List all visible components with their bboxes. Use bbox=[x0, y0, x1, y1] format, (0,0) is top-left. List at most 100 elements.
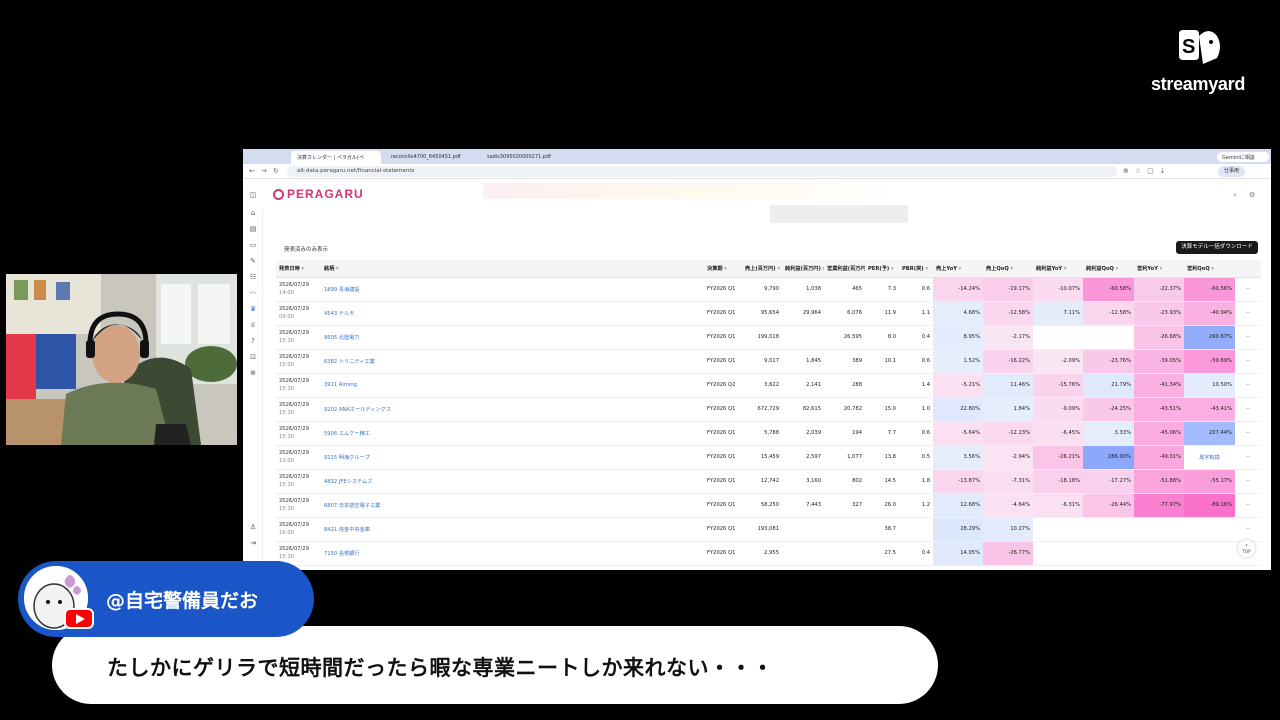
sort-icon[interactable]: ▾ bbox=[1062, 266, 1067, 272]
column-header[interactable]: 決算期 ▾ bbox=[704, 260, 742, 278]
back-icon[interactable]: ← bbox=[249, 167, 255, 175]
table-row[interactable]: 2026/07/29 15:30 7150 島根銀行 FY2026 Q1 2,955 27… bbox=[276, 541, 1261, 566]
cell-name[interactable]: 1899 青海建設 bbox=[321, 277, 704, 302]
cell-name[interactable]: 7150 島根銀行 bbox=[321, 541, 704, 566]
column-header[interactable]: 純利益QoQ ▾ bbox=[1083, 260, 1134, 278]
row-menu-icon[interactable]: ··· bbox=[1235, 421, 1261, 446]
user-icon[interactable]: ♙ bbox=[249, 523, 257, 531]
table-row[interactable]: 2026/07/29 16:00 8421 信金中央金庫 FY2026 Q1 193,0… bbox=[276, 517, 1261, 542]
cell-s-qoq: -12.23% bbox=[983, 421, 1033, 446]
table-row[interactable]: 2026/07/29 15:30 4832 JFEシステムズ FY2026 Q1 12,… bbox=[276, 469, 1261, 494]
menu-icon[interactable]: ◫ bbox=[249, 191, 257, 199]
home-icon[interactable]: ⌂ bbox=[249, 209, 257, 217]
row-menu-icon[interactable]: ··· bbox=[1235, 349, 1261, 374]
row-menu-icon[interactable]: ··· bbox=[1235, 517, 1261, 542]
cell-name[interactable]: 9202 ANAホールディングス bbox=[321, 397, 704, 422]
help-icon[interactable]: ? bbox=[249, 337, 257, 345]
globe-icon[interactable]: ⊕ bbox=[249, 369, 257, 377]
cell-name[interactable]: 3911 Aiming bbox=[321, 373, 704, 398]
column-header[interactable]: 発表日時 ▾ bbox=[276, 260, 321, 278]
sort-icon[interactable]: ▾ bbox=[1210, 266, 1214, 272]
sort-icon[interactable]: ▾ bbox=[889, 266, 894, 272]
table-row[interactable]: 2026/07/29 14:00 1899 青海建設 FY2026 Q1 9,790 1,… bbox=[276, 277, 1261, 302]
cell-name[interactable]: 9505 北陸電力 bbox=[321, 325, 704, 350]
cell-o-qoq: -40.94% bbox=[1184, 301, 1235, 326]
cell-name[interactable]: 9115 明海グループ bbox=[321, 445, 704, 470]
row-menu-icon[interactable]: ··· bbox=[1235, 397, 1261, 422]
search-icon[interactable]: ⌕ bbox=[1233, 191, 1237, 200]
section-tab[interactable] bbox=[770, 205, 908, 223]
cell-name[interactable]: 4543 テルモ bbox=[321, 301, 704, 326]
row-menu-icon[interactable]: ··· bbox=[1235, 277, 1261, 302]
column-header[interactable]: 営利YoY ▾ bbox=[1134, 260, 1184, 278]
sort-icon[interactable]: ▾ bbox=[1158, 266, 1163, 272]
cell-per: 38.7 bbox=[865, 517, 899, 542]
sort-icon[interactable]: ▾ bbox=[1114, 266, 1119, 272]
column-header[interactable]: 営業利益(百万円) ▾ bbox=[824, 260, 865, 278]
column-header[interactable]: 純利益(百万円) ▾ bbox=[782, 260, 824, 278]
table-row[interactable]: 2026/07/29 15:30 3911 Aiming FY2026 Q2 3,622… bbox=[276, 373, 1261, 398]
reload-icon[interactable]: ↻ bbox=[273, 167, 279, 175]
published-only-filter[interactable]: 発表済みのみ表示 bbox=[284, 245, 328, 253]
column-header[interactable]: 純利益YoY ▾ bbox=[1033, 260, 1083, 278]
profile-button[interactable]: 仕事用 bbox=[1218, 166, 1246, 177]
gemini-chip[interactable]: Geminiに相談 bbox=[1217, 152, 1269, 162]
cell-name[interactable]: 4832 JFEシステムズ bbox=[321, 469, 704, 494]
chart-icon[interactable]: 〰 bbox=[249, 289, 257, 297]
column-header[interactable]: 売上QoQ ▾ bbox=[983, 260, 1033, 278]
database-icon[interactable]: ☷ bbox=[249, 273, 257, 281]
sort-icon[interactable]: ▾ bbox=[334, 266, 339, 272]
table-row[interactable]: 2026/07/29 15:30 5906 エムケー精工 FY2026 Q1 5,788… bbox=[276, 421, 1261, 446]
logout-icon[interactable]: ⇥ bbox=[249, 539, 257, 547]
cell-name[interactable]: 6382 トリニティ工業 bbox=[321, 349, 704, 374]
row-menu-icon[interactable]: ··· bbox=[1235, 373, 1261, 398]
column-header[interactable]: 銘柄 ▾ bbox=[321, 260, 704, 278]
sort-icon[interactable]: ▾ bbox=[300, 266, 304, 272]
column-header[interactable]: 売上YoY ▾ bbox=[933, 260, 983, 278]
cell-name[interactable]: 8421 信金中央金庫 bbox=[321, 517, 704, 542]
cell-name[interactable]: 6807 日本航空電子工業 bbox=[321, 493, 704, 518]
table-row[interactable]: 2026/07/29 13:00 9115 明海グループ FY2026 Q1 15,45… bbox=[276, 445, 1261, 470]
sort-icon[interactable]: ▾ bbox=[723, 266, 727, 272]
row-menu-icon[interactable]: ··· bbox=[1235, 493, 1261, 518]
column-header[interactable]: 営利QoQ ▾ bbox=[1184, 260, 1235, 278]
crown-icon[interactable]: ♛ bbox=[249, 305, 257, 313]
row-menu-icon[interactable]: ··· bbox=[1235, 445, 1261, 470]
bulk-download-button[interactable]: 決算モデル一括ダウンロード bbox=[1176, 241, 1258, 254]
row-menu-icon[interactable]: ··· bbox=[1235, 469, 1261, 494]
crown-outline-icon[interactable]: ♕ bbox=[249, 321, 257, 329]
table-row[interactable]: 2026/07/29 15:00 6382 トリニティ工業 FY2026 Q1 9,01… bbox=[276, 349, 1261, 374]
cell-period: FY2026 Q1 bbox=[704, 445, 742, 470]
scroll-top-button[interactable]: ↑ TOP bbox=[1238, 540, 1255, 557]
row-menu-icon[interactable]: ··· bbox=[1235, 325, 1261, 350]
edit-icon[interactable]: ✎ bbox=[249, 257, 257, 265]
cell-n-qoq: 21.79% bbox=[1083, 373, 1134, 398]
column-header[interactable]: PER(予) ▾ bbox=[865, 260, 899, 278]
table-row[interactable]: 2026/07/29 15:30 9202 ANAホールディングス FY2026 Q1… bbox=[276, 397, 1261, 422]
settings-icon[interactable]: ⚙ bbox=[1249, 191, 1255, 199]
lock-icon[interactable]: ⊡ bbox=[249, 353, 257, 361]
calendar-icon[interactable]: ▤ bbox=[249, 225, 257, 233]
table-row[interactable]: 2026/07/29 15:30 9505 北陸電力 FY2026 Q1 199,018… bbox=[276, 325, 1261, 350]
column-header[interactable]: 売上(百万円) ▾ bbox=[742, 260, 782, 278]
document-icon[interactable]: ▭ bbox=[249, 241, 257, 249]
table-row[interactable]: 2026/07/29 15:30 6807 日本航空電子工業 FY2026 Q1 58,… bbox=[276, 493, 1261, 518]
sort-icon[interactable]: ▾ bbox=[924, 266, 928, 272]
peragaru-logo[interactable]: PERAGARU bbox=[273, 187, 364, 201]
forward-icon[interactable]: → bbox=[261, 167, 267, 175]
sort-icon[interactable]: ▾ bbox=[957, 266, 962, 272]
browser-tab-pdf-2[interactable]: sadis3095020000271.pdf bbox=[481, 151, 571, 164]
cell-o-qoq: -60.56% bbox=[1184, 277, 1235, 302]
sort-icon[interactable]: ▾ bbox=[821, 266, 824, 272]
browser-tab-peragaru[interactable]: 決算カレンダー | ペラガル(ペ bbox=[291, 151, 381, 164]
cell-name[interactable]: 5906 エムケー精工 bbox=[321, 421, 704, 446]
column-header[interactable]: PBR(実) ▾ bbox=[899, 260, 933, 278]
cell-time: 15:30 bbox=[279, 554, 294, 560]
row-menu-icon[interactable]: ··· bbox=[1235, 301, 1261, 326]
extension-icons[interactable]: ⊕☆▢⇣ bbox=[1123, 167, 1172, 175]
sort-icon[interactable]: ▾ bbox=[776, 266, 780, 272]
table-row[interactable]: 2026/07/29 09:00 4543 テルモ FY2026 Q1 95,654 29… bbox=[276, 301, 1261, 326]
url-field[interactable]: alt-data.peragaru.net/financial-statemen… bbox=[287, 166, 1117, 177]
sort-icon[interactable]: ▾ bbox=[1009, 266, 1013, 272]
browser-tab-pdf-1[interactable]: reconcile4700_6450451.pdf bbox=[385, 151, 475, 164]
